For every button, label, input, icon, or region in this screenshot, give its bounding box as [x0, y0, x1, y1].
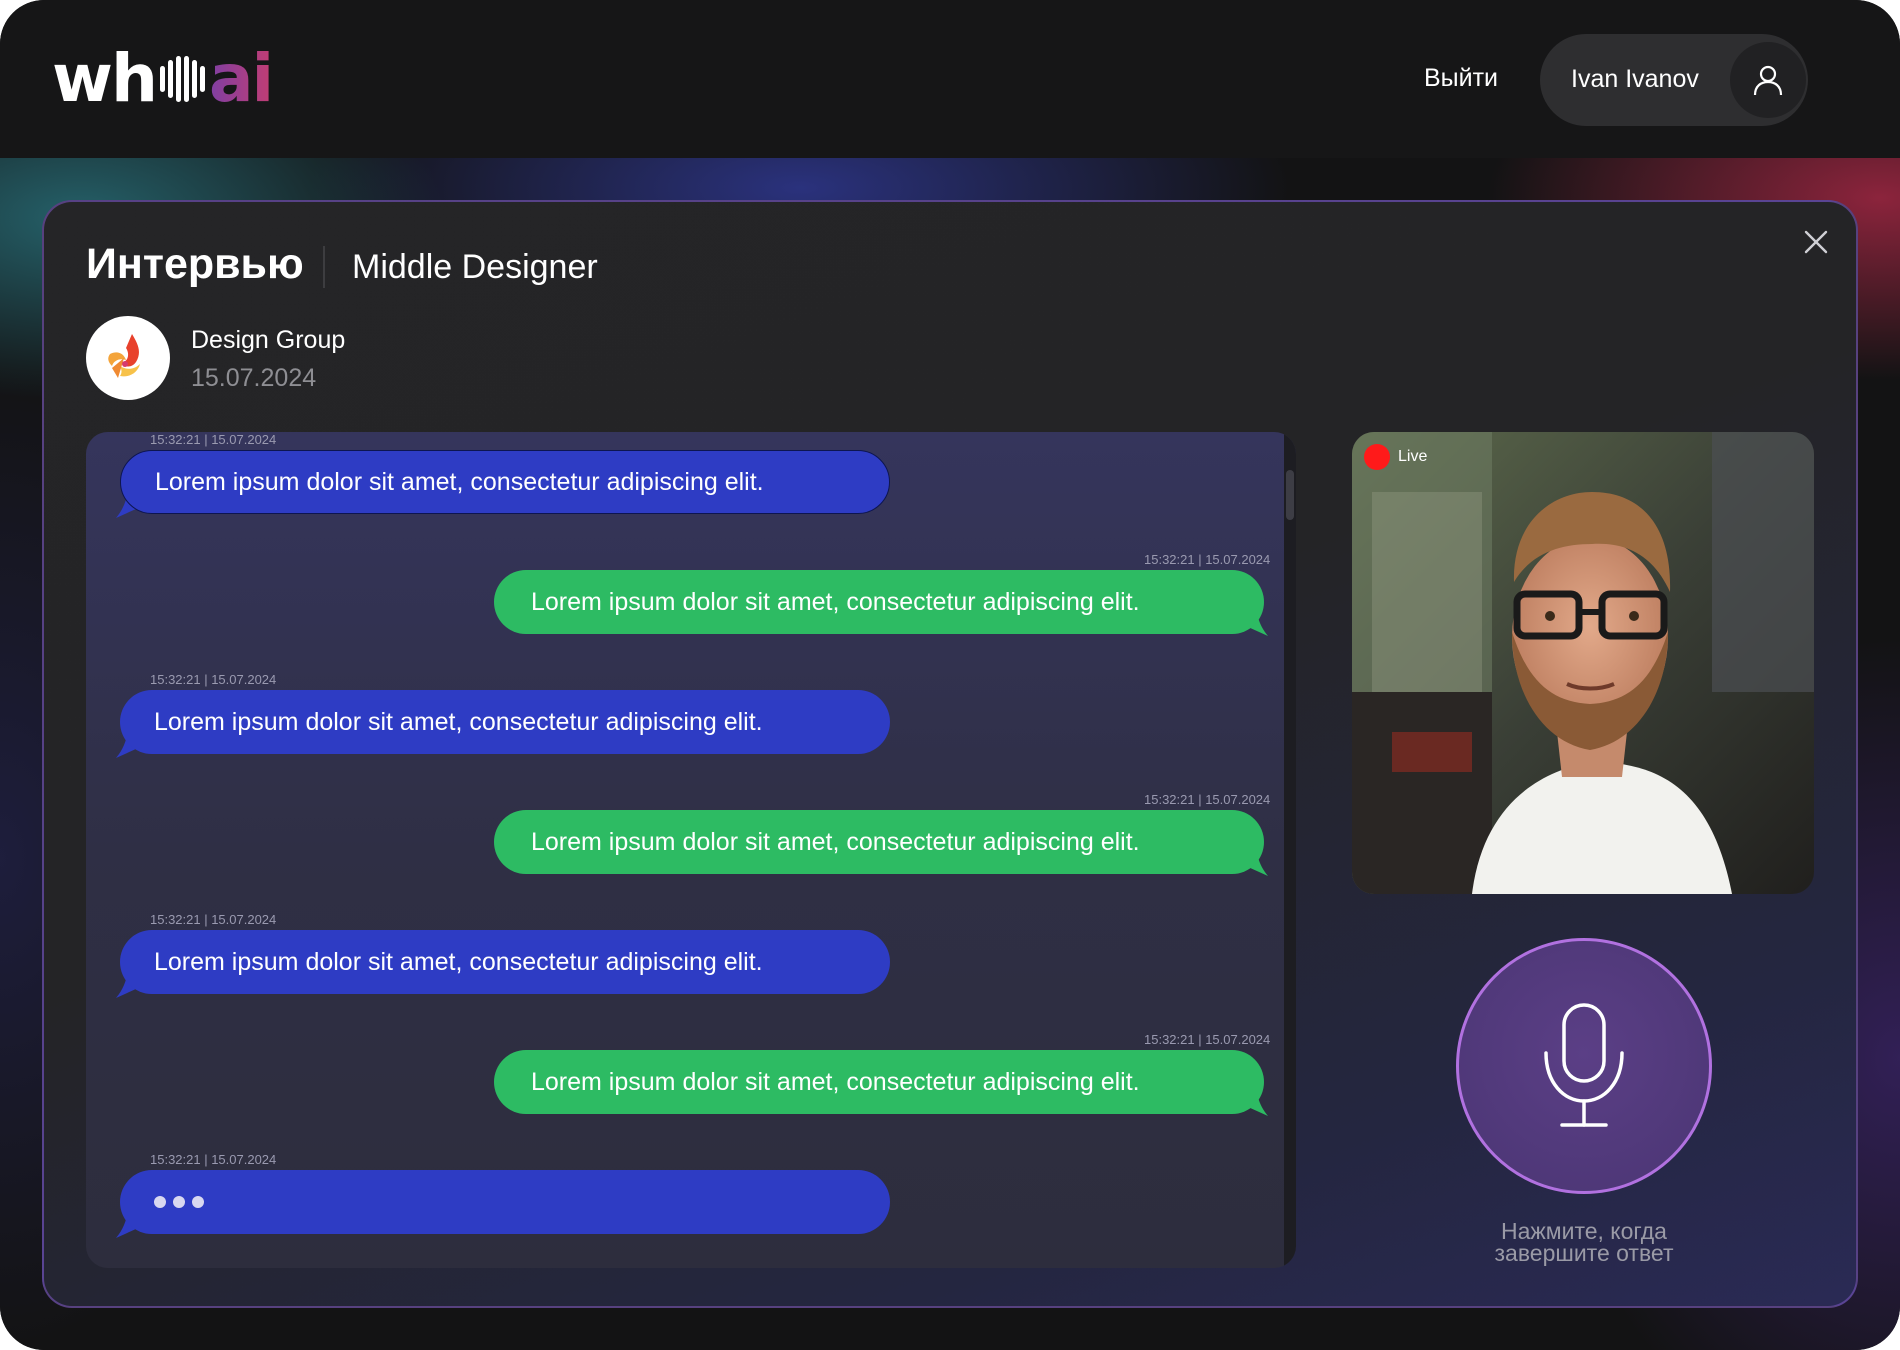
message-timestamp: 15:32:21 | 15.07.2024 [150, 912, 277, 927]
message-text: Lorem ipsum dolor sit amet, consectetur … [531, 1067, 1140, 1096]
message-text: Lorem ipsum dolor sit amet, consectetur … [154, 707, 763, 736]
message-timestamp: 15:32:21 | 15.07.2024 [1144, 792, 1271, 807]
typing-dots-icon [154, 1196, 204, 1208]
message-timestamp: 15:32:21 | 15.07.2024 [150, 432, 277, 447]
logo-text-ai: ai [208, 40, 274, 117]
chat-scrollbar-thumb[interactable] [1286, 470, 1294, 520]
message-bubble-candidate: Lorem ipsum dolor sit amet, consectetur … [494, 810, 1264, 874]
user-profile-button[interactable]: Ivan Ivanov [1540, 34, 1808, 126]
chat-history[interactable]: 15:32:21 | 15.07.2024 Lorem ipsum dolor … [86, 432, 1296, 1268]
position-title: Middle Designer [352, 248, 598, 286]
interview-panel: Интервью Middle Designer Design Group 15… [42, 200, 1858, 1308]
message-text: Lorem ipsum dolor sit amet, consectetur … [155, 467, 764, 496]
interview-date: 15.07.2024 [191, 364, 317, 392]
microphone-hint: Нажмите, когда завершите ответ [1434, 1218, 1734, 1266]
microphone-icon [1544, 1003, 1624, 1127]
title-divider [323, 246, 325, 288]
header: wh ai Выйти Ivan Ivanov [0, 0, 1900, 158]
close-icon[interactable] [1800, 226, 1832, 258]
message-timestamp: 15:32:21 | 15.07.2024 [150, 1152, 277, 1167]
microphone-hint-line2: завершите ответ [1494, 1240, 1674, 1266]
message-bubble-interviewer: Lorem ipsum dolor sit amet, consectetur … [120, 930, 890, 994]
user-icon [1730, 42, 1806, 118]
page-title: Интервью [86, 240, 304, 288]
microphone-hint-line1: Нажмите, когда [1501, 1218, 1667, 1244]
microphone-button[interactable] [1456, 938, 1712, 1194]
message-bubble-interviewer: Lorem ipsum dolor sit amet, consectetur … [120, 690, 890, 754]
live-dot-icon [1364, 444, 1390, 470]
candidate-video: Live [1352, 432, 1814, 894]
logout-button[interactable]: Выйти [1424, 64, 1498, 93]
message-text: Lorem ipsum dolor sit amet, consectetur … [531, 587, 1140, 616]
message-bubble-candidate: Lorem ipsum dolor sit amet, consectetur … [494, 1050, 1264, 1114]
chat-scrollbar[interactable] [1284, 432, 1296, 1268]
message-bubble-interviewer: Lorem ipsum dolor sit amet, consectetur … [120, 450, 890, 514]
company-name: Design Group [191, 326, 346, 354]
message-timestamp: 15:32:21 | 15.07.2024 [1144, 1032, 1271, 1047]
logo-soundwave-icon [159, 54, 205, 104]
logo-text-wh: wh [52, 40, 158, 117]
video-frame-image [1352, 432, 1814, 894]
message-timestamp: 15:32:21 | 15.07.2024 [1144, 552, 1271, 567]
user-name: Ivan Ivanov [1571, 65, 1699, 93]
message-text: Lorem ipsum dolor sit amet, consectetur … [531, 827, 1140, 856]
live-label: Live [1398, 448, 1428, 465]
message-timestamp: 15:32:21 | 15.07.2024 [150, 672, 277, 687]
company-logo [86, 316, 170, 400]
message-bubble-candidate: Lorem ipsum dolor sit amet, consectetur … [494, 570, 1264, 634]
live-indicator: Live [1364, 444, 1427, 470]
message-text: Lorem ipsum dolor sit amet, consectetur … [154, 947, 763, 976]
typing-indicator-bubble [120, 1170, 890, 1234]
whoai-logo[interactable]: wh ai [52, 40, 274, 117]
app-window: wh ai Выйти Ivan Ivanov Интервью Middle … [0, 0, 1900, 1350]
